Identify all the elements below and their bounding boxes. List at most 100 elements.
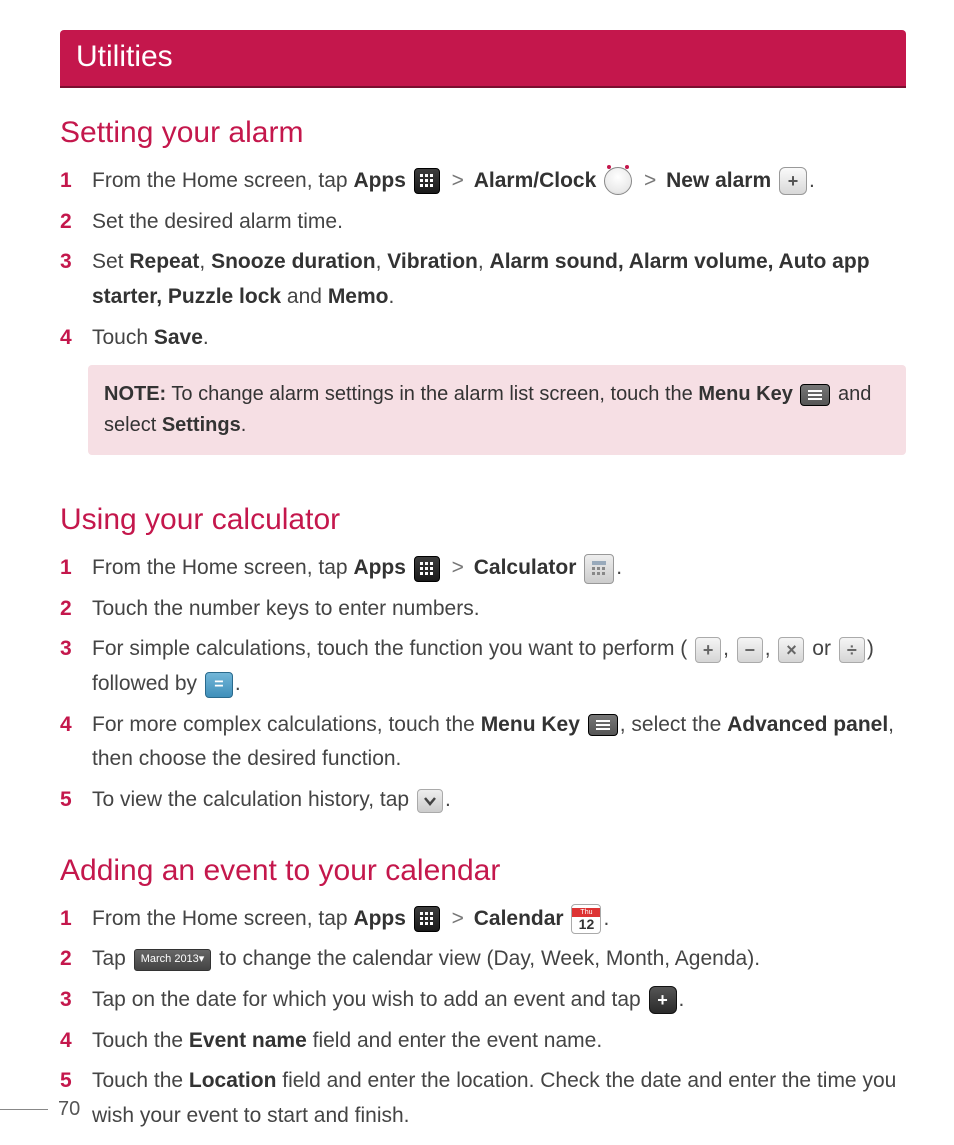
calendar-icon-day: 12	[579, 917, 595, 931]
menu-key-icon	[800, 384, 830, 406]
apps-label: Apps	[353, 907, 406, 930]
text: Tap	[92, 947, 132, 970]
apps-label: Apps	[353, 169, 406, 192]
calc-step-1: From the Home screen, tap Apps > Calcula…	[60, 551, 906, 586]
add-event-plus-icon: +	[649, 986, 677, 1014]
alarm-step-3: Set Repeat, Snooze duration, Vibration, …	[60, 245, 906, 314]
text: , select the	[620, 713, 727, 736]
calendar-icon: Thu12	[571, 904, 601, 934]
new-alarm-plus-icon: +	[779, 167, 807, 195]
page-content: Utilities Setting your alarm From the Ho…	[0, 0, 954, 1134]
separator: >	[448, 907, 474, 930]
chapter-title: Utilities	[60, 30, 906, 88]
text: .	[616, 556, 622, 579]
note-prefix: NOTE:	[104, 383, 166, 405]
settings-label: Settings	[162, 414, 241, 436]
equals-key-icon: =	[205, 672, 233, 698]
separator: >	[448, 556, 474, 579]
calculator-icon	[584, 554, 614, 584]
alarm-step-4: Touch Save.	[60, 321, 906, 356]
steps-calendar: From the Home screen, tap Apps > Calenda…	[60, 902, 906, 1134]
cal-step-3: Tap on the date for which you wish to ad…	[60, 983, 906, 1018]
text: From the Home screen, tap	[92, 556, 353, 579]
text: ,	[723, 637, 735, 660]
footer-line	[0, 1109, 48, 1110]
text: For more complex calculations, touch the	[92, 713, 481, 736]
cal-step-5: Touch the Location field and enter the l…	[60, 1064, 906, 1133]
menu-key-icon	[588, 714, 618, 736]
minus-key-icon: −	[737, 637, 763, 663]
snooze-label: Snooze duration	[211, 250, 376, 273]
save-label: Save	[154, 326, 203, 349]
text: .	[389, 285, 395, 308]
location-label: Location	[189, 1069, 277, 1092]
repeat-label: Repeat	[129, 250, 199, 273]
menukey-label: Menu Key	[481, 713, 580, 736]
alarm-step-2: Set the desired alarm time.	[60, 205, 906, 240]
calc-step-4: For more complex calculations, touch the…	[60, 708, 906, 777]
text: From the Home screen, tap	[92, 907, 353, 930]
alarm-clock-icon	[604, 167, 632, 195]
vibration-label: Vibration	[387, 250, 478, 273]
text: .	[235, 672, 241, 695]
text: To change alarm settings in the alarm li…	[166, 383, 698, 405]
separator: >	[448, 169, 474, 192]
newalarm-label: New alarm	[666, 169, 771, 192]
calc-step-3: For simple calculations, touch the funct…	[60, 632, 906, 701]
text: to change the calendar view (Day, Week, …	[219, 947, 760, 970]
text: .	[241, 414, 247, 436]
multiply-key-icon: ×	[778, 637, 804, 663]
cal-step-1: From the Home screen, tap Apps > Calenda…	[60, 902, 906, 937]
month-dropdown-icon: March 2013 ▾	[134, 949, 212, 971]
alarm-step-1: From the Home screen, tap Apps > Alarm/C…	[60, 164, 906, 199]
section-heading-calc: Using your calculator	[60, 503, 906, 537]
apps-label: Apps	[353, 556, 406, 579]
section-heading-alarm: Setting your alarm	[60, 116, 906, 150]
month-dropdown-label: March 2013	[141, 954, 199, 965]
text: .	[203, 326, 209, 349]
text: and	[281, 285, 328, 308]
text: .	[679, 988, 685, 1011]
dropdown-caret-icon: ▾	[199, 954, 205, 965]
divide-key-icon: ÷	[839, 637, 865, 663]
apps-icon	[414, 168, 440, 194]
text: Touch the	[92, 1029, 189, 1052]
memo-label: Memo	[328, 285, 389, 308]
text: .	[603, 907, 609, 930]
text: Touch	[92, 326, 154, 349]
text: field and enter the event name.	[307, 1029, 602, 1052]
page-number: 70	[58, 1098, 80, 1121]
steps-calc: From the Home screen, tap Apps > Calcula…	[60, 551, 906, 817]
advanced-panel-label: Advanced panel	[727, 713, 888, 736]
text: Set	[92, 250, 129, 273]
alarmclock-label: Alarm/Clock	[474, 169, 597, 192]
calculator-label: Calculator	[474, 556, 577, 579]
cal-step-4: Touch the Event name field and enter the…	[60, 1024, 906, 1059]
text: .	[809, 169, 815, 192]
steps-alarm: From the Home screen, tap Apps > Alarm/C…	[60, 164, 906, 355]
text: From the Home screen, tap	[92, 169, 353, 192]
calendar-label: Calendar	[474, 907, 564, 930]
event-name-label: Event name	[189, 1029, 307, 1052]
text: ,	[478, 250, 490, 273]
apps-icon	[414, 556, 440, 582]
history-chevron-icon	[417, 789, 443, 813]
text: ,	[376, 250, 388, 273]
plus-key-icon: +	[695, 637, 721, 663]
page-footer: 70	[0, 1098, 80, 1121]
apps-icon	[414, 906, 440, 932]
menukey-label: Menu Key	[698, 383, 792, 405]
text: ,	[199, 250, 211, 273]
note-alarm: NOTE: To change alarm settings in the al…	[88, 365, 906, 455]
text: ,	[765, 637, 777, 660]
text: Touch the	[92, 1069, 189, 1092]
text: or	[806, 637, 836, 660]
text: To view the calculation history, tap	[92, 788, 415, 811]
text: For simple calculations, touch the funct…	[92, 637, 687, 660]
calc-step-5: To view the calculation history, tap .	[60, 783, 906, 818]
section-heading-calendar: Adding an event to your calendar	[60, 854, 906, 888]
text: Tap on the date for which you wish to ad…	[92, 988, 647, 1011]
text: .	[445, 788, 451, 811]
calc-step-2: Touch the number keys to enter numbers.	[60, 592, 906, 627]
separator: >	[640, 169, 666, 192]
